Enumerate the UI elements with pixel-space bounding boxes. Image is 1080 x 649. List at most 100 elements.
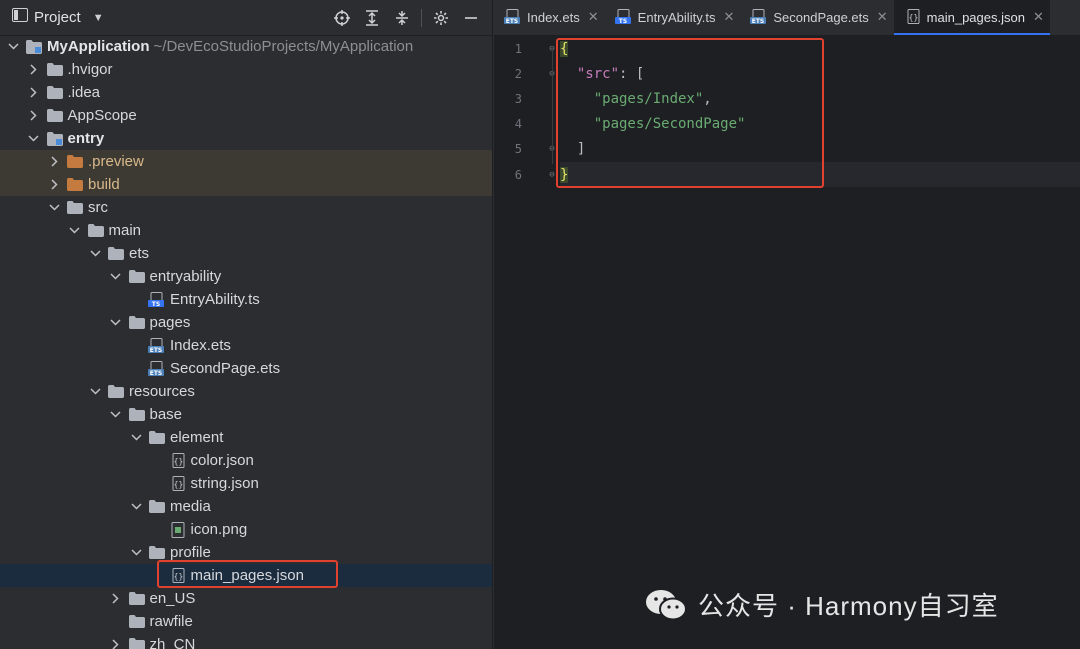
collapse-all-icon[interactable] [387,4,417,32]
chevron-down-icon[interactable] [109,411,123,418]
code-line: } [560,161,1080,188]
chevron-down-icon[interactable]: ▼ [93,12,104,24]
tree-item-label: .preview [88,153,144,170]
tree-item-myapplication[interactable]: MyApplication ~/DevEcoStudioProjects/MyAp… [0,35,492,58]
folder-icon [46,108,64,124]
tab-label: SecondPage.ets [773,9,869,25]
code-line: { [560,36,1080,61]
tree-item-rawfile[interactable]: rawfile [0,610,492,633]
tree-item-string-json[interactable]: {} string.json [0,472,492,495]
ts-file-icon: TS [614,9,633,25]
chevron-down-icon[interactable] [88,388,102,395]
tree-item-entryability-ts[interactable]: TS EntryAbility.ts [0,288,492,311]
tree-item-label: rawfile [149,613,193,630]
svg-text:TS: TS [618,18,626,25]
chevron-right-icon[interactable] [109,639,123,649]
tree-item-label: .hvigor [67,61,113,78]
chevron-right-icon[interactable] [27,110,41,121]
tab-index-ets[interactable]: ETS Index.ets ✕ [494,0,605,35]
chevron-down-icon[interactable] [129,434,143,441]
folder-icon [128,614,146,630]
tree-item-icon-png[interactable]: icon.png [0,518,492,541]
chevron-right-icon[interactable] [47,156,61,167]
tree-item-element[interactable]: element [0,426,492,449]
tree-item-idea[interactable]: .idea [0,81,492,104]
svg-text:TS: TS [152,301,160,308]
tree-item-build[interactable]: build [0,173,492,196]
tree-item-preview[interactable]: .preview [0,150,492,173]
tree-item-en-us[interactable]: en_US [0,587,492,610]
tree-item-hvigor[interactable]: .hvigor [0,58,492,81]
project-panel-title[interactable]: Project [34,9,81,26]
editor-area: ETS Index.ets ✕ TS EntryAbility.ts ✕ ETS Second… [494,0,1080,649]
tree-item-label: entryability [149,268,222,285]
tree-item-label: .idea [67,84,101,101]
line-number: 5 [514,142,522,157]
chevron-down-icon[interactable] [129,549,143,556]
chevron-right-icon[interactable] [27,64,41,75]
fold-marker-icon[interactable]: ⊖ [546,162,558,187]
tab-secondpage-ets[interactable]: ETS SecondPage.ets ✕ [740,0,893,35]
chevron-down-icon[interactable] [27,135,41,142]
chevron-down-icon[interactable] [47,204,61,211]
tree-item-entryability[interactable]: entryability [0,265,492,288]
tree-item-appscope[interactable]: AppScope [0,104,492,127]
chevron-right-icon[interactable] [109,593,123,604]
tree-item-zh-cn[interactable]: zh_CN [0,633,492,649]
chevron-down-icon[interactable] [88,250,102,257]
locate-icon[interactable] [327,4,357,32]
tree-item-secondpage-ets[interactable]: ETS SecondPage.ets [0,357,492,380]
tree-item-entry[interactable]: entry [0,127,492,150]
chevron-right-icon[interactable] [27,87,41,98]
tree-item-color-json[interactable]: {} color.json [0,449,492,472]
tree-item-src[interactable]: src [0,196,492,219]
svg-text:ETS: ETS [752,18,765,25]
tree-item-base[interactable]: base [0,403,492,426]
close-icon[interactable]: ✕ [723,9,734,25]
folder-icon [148,545,166,561]
code-line: ] [560,137,1080,162]
close-icon[interactable]: ✕ [1033,9,1044,25]
tab-entryability-ts[interactable]: TS EntryAbility.ts ✕ [605,0,741,35]
ets-file-icon: ETS [504,9,522,25]
tree-item-resources[interactable]: resources [0,380,492,403]
code-token: { [560,40,569,57]
json-file-icon: {} [169,475,187,492]
tree-item-main-pages-json[interactable]: {} main_pages.json [0,564,492,587]
tree-item-media[interactable]: media [0,495,492,518]
code-editor[interactable]: 1 2 3 4 5 6 ⊖ ⊖ ⊖ ⊖ { "src": [ "pages/In… [494,36,1080,649]
folder-icon [66,200,84,216]
module-folder-icon [25,39,43,55]
project-view-icon [12,8,28,27]
line-number: 6 [514,167,522,182]
tree-item-index-ets[interactable]: ETS Index.ets [0,334,492,357]
tree-item-label: AppScope [67,107,137,124]
folder-icon [148,499,166,515]
expand-all-icon[interactable] [357,4,387,32]
tree-item-label: ets [129,245,150,262]
tab-main-pages-json[interactable]: {} main_pages.json ✕ [893,0,1051,35]
tree-item-ets[interactable]: ets [0,242,492,265]
svg-text:ETS: ETS [150,347,163,354]
code-lines: { "src": [ "pages/Index", "pages/SecondP… [560,36,1080,188]
chevron-down-icon[interactable] [129,503,143,510]
ets-file-icon: ETS [148,337,166,354]
chevron-right-icon[interactable] [47,179,61,190]
chevron-down-icon[interactable] [109,273,123,280]
tree-item-label: media [170,498,211,515]
code-token: "pages/SecondPage" [593,116,746,133]
tree-item-profile[interactable]: profile [0,541,492,564]
ts-file-icon: TS [148,291,166,308]
tree-item-main[interactable]: main [0,219,492,242]
close-icon[interactable]: ✕ [877,9,888,25]
hide-icon[interactable] [456,4,486,32]
chevron-down-icon[interactable] [6,43,20,50]
tree-item-pages[interactable]: pages [0,311,492,334]
gear-icon[interactable] [426,4,456,32]
tree-item-label: main [108,222,142,239]
tree-item-label: EntryAbility.ts [170,291,260,308]
chevron-down-icon[interactable] [109,319,123,326]
folder-icon [128,315,146,331]
close-icon[interactable]: ✕ [588,9,599,25]
chevron-down-icon[interactable] [68,227,82,234]
